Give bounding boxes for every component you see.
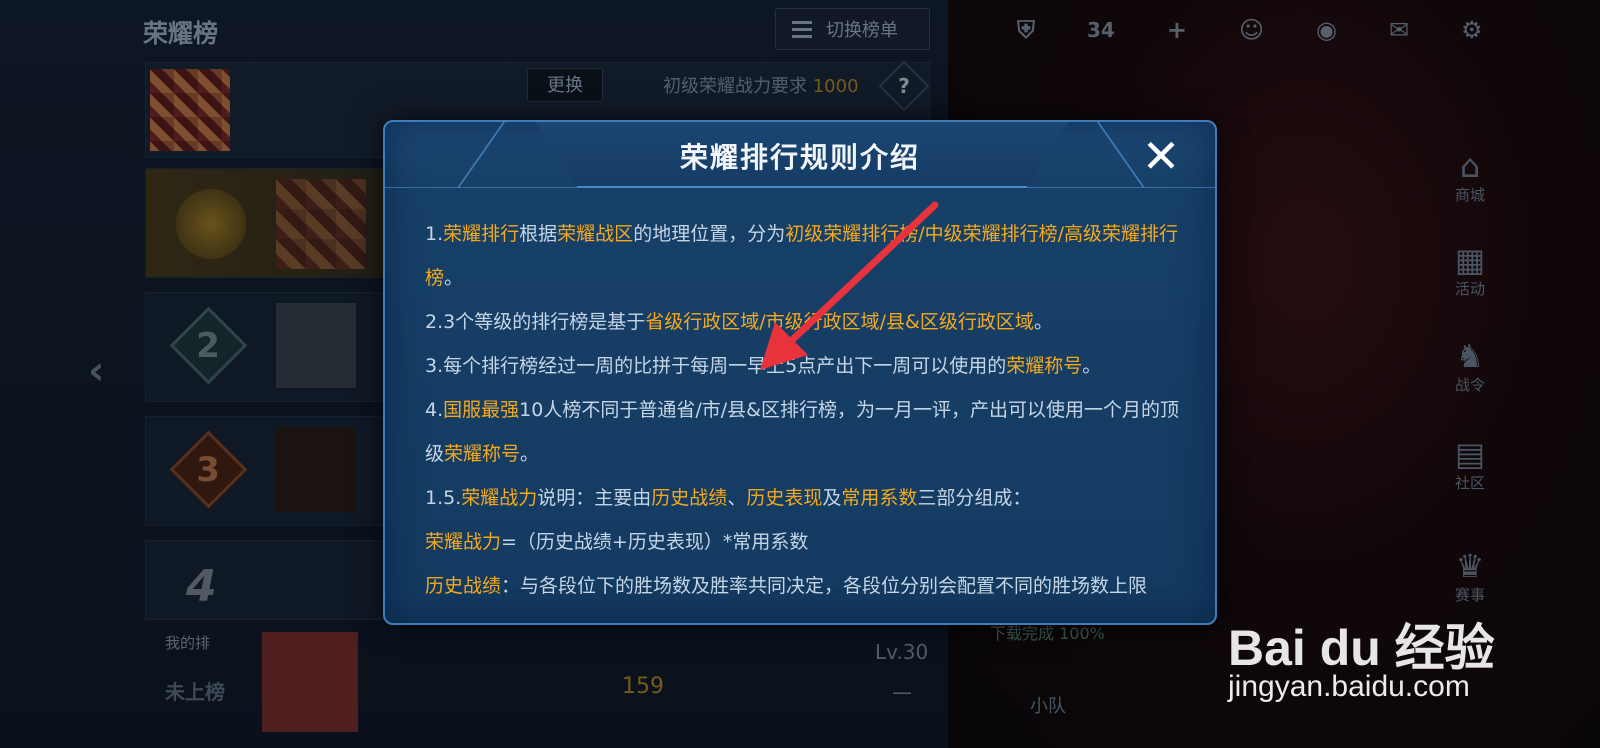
community-icon: ▤ bbox=[1454, 435, 1486, 473]
avatar bbox=[262, 632, 358, 732]
board-title: 荣耀榜 bbox=[143, 19, 219, 48]
eye-icon[interactable]: ◉ bbox=[1316, 16, 1337, 44]
add-icon[interactable]: + bbox=[1167, 16, 1187, 44]
avatar bbox=[276, 427, 356, 512]
dialog-title: 荣耀排行规则介绍 bbox=[679, 141, 920, 174]
rule-3: 3.每个排行榜经过一周的比拼于每周一早上5点产出下一周可以使用的荣耀称号。 bbox=[425, 355, 1102, 377]
team-button[interactable]: 小队 bbox=[1030, 692, 1066, 718]
rules-text: 1.荣耀排行根据荣耀战区的地理位置，分为初级荣耀排行榜/中级荣耀排行榜/高级荣耀… bbox=[425, 212, 1185, 607]
change-button[interactable]: 更换 bbox=[527, 68, 603, 102]
rank-badge: 3 bbox=[169, 430, 248, 509]
not-ranked-label: 未上榜 bbox=[165, 680, 225, 704]
battlepass-icon: ♞ bbox=[1455, 337, 1485, 375]
my-dash: — bbox=[892, 680, 912, 704]
my-level: Lv.30 bbox=[875, 640, 929, 664]
my-rank-label: 我的排 bbox=[165, 634, 211, 652]
rank-number: 4 bbox=[186, 561, 217, 612]
switch-board-button[interactable]: 切换榜单 bbox=[775, 8, 930, 50]
side-menu-shop[interactable]: ⌂ 商城 bbox=[1440, 148, 1500, 205]
requirement-value: 1000 bbox=[812, 76, 859, 97]
side-menu-community[interactable]: ▤ 社区 bbox=[1440, 436, 1500, 493]
my-score: 159 bbox=[622, 674, 664, 699]
list-icon bbox=[792, 20, 812, 38]
switch-board-label: 切换榜单 bbox=[826, 20, 898, 41]
close-button[interactable]: ✕ bbox=[1139, 133, 1183, 179]
watermark-url: jingyan.baidu.com bbox=[1228, 670, 1470, 703]
requirement-label: 初级荣耀战力要求 bbox=[663, 76, 807, 97]
avatar bbox=[276, 303, 356, 388]
side-menu-event[interactable]: ▦ 活动 bbox=[1440, 242, 1500, 299]
coin-count: 34 bbox=[1087, 18, 1115, 42]
shield-icon[interactable]: ⛨ bbox=[1017, 16, 1035, 44]
avatar bbox=[150, 69, 230, 151]
gear-icon[interactable]: ⚙ bbox=[1461, 16, 1483, 44]
chevron-left-icon[interactable]: ‹ bbox=[88, 348, 104, 394]
rule-2: 2.3个等级的排行榜是基于省级行政区域/市级行政区域/县&区级行政区域。 bbox=[425, 311, 1053, 333]
rank-badge: 2 bbox=[169, 306, 248, 385]
mail-icon[interactable]: ✉ bbox=[1389, 16, 1409, 44]
rule-history: 历史战绩：与各段位下的胜场数及胜率共同决定，各段位分别会配置不同的胜场数上限 bbox=[425, 575, 1148, 597]
rule-1: 1.荣耀排行根据荣耀战区的地理位置，分为初级荣耀排行榜/中级荣耀排行榜/高级荣耀… bbox=[425, 223, 1179, 289]
requirement-text: 初级荣耀战力要求 1000 bbox=[663, 72, 859, 98]
rule-4: 4.国服最强10人榜不同于普通省/市/县&区排行榜，为一月一评，产出可以使用一个… bbox=[425, 399, 1179, 465]
event-icon: ▦ bbox=[1454, 241, 1486, 279]
avatar bbox=[276, 179, 366, 269]
crown-icon bbox=[176, 189, 246, 259]
rule-5: 1.5.荣耀战力说明：主要由历史战绩、历史表现及常用系数三部分组成： bbox=[425, 487, 1032, 509]
baidu-watermark: Bai du 经验 jingyan.baidu.com bbox=[1228, 578, 1600, 748]
rule-formula: 荣耀战力=（历史战绩+历史表现）*常用系数 bbox=[425, 531, 809, 553]
shop-icon: ⌂ bbox=[1459, 147, 1481, 185]
hud-top-bar: ⛨ 34 + ☺ ◉ ✉ ⚙ bbox=[945, 10, 1595, 50]
dialog-header: 荣耀排行规则介绍 ✕ bbox=[385, 122, 1215, 188]
friends-icon[interactable]: ☺ bbox=[1239, 16, 1264, 44]
rules-dialog: 荣耀排行规则介绍 ✕ 1.荣耀排行根据荣耀战区的地理位置，分为初级荣耀排行榜/中… bbox=[383, 120, 1217, 625]
side-menu-battlepass[interactable]: ♞ 战令 bbox=[1440, 338, 1500, 395]
